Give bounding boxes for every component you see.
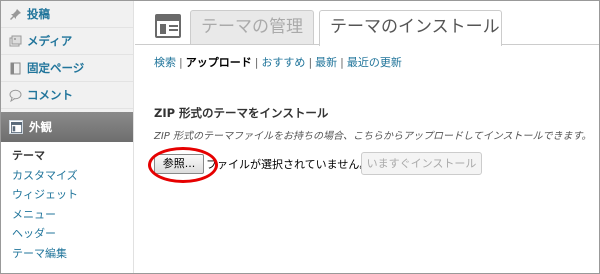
subnav-newest[interactable]: 最新 [315,56,337,69]
upload-description: ZIP 形式のテーマファイルをお持ちの場合、こちらからアップロードしてインストー… [154,131,592,142]
submenu-item-menus[interactable]: メニュー [1,205,133,225]
tab-manage-themes[interactable]: テーマの管理 [190,10,314,45]
sidebar-item-label: メディア [27,34,73,48]
submenu-item-customize[interactable]: カスタマイズ [1,166,133,186]
nav-tabs: テーマの管理 テーマのインストール [135,1,599,46]
submenu-item-header[interactable]: ヘッダー [1,224,133,244]
subnav-featured[interactable]: おすすめ [261,56,305,69]
sidebar-item-label: 外観 [29,120,52,134]
media-icon [9,35,22,48]
sidebar-item-posts[interactable]: 投稿 [1,1,133,28]
comment-icon [9,89,22,102]
admin-sidebar: 投稿 メディア 固定ページ コメント 外観 テーマ カスタマイズ ウィジェット … [1,1,134,273]
file-status-text: ファイルが選択されていません。 [206,158,371,171]
sidebar-item-comments[interactable]: コメント [1,82,133,109]
install-now-button[interactable]: いますぐインストール [361,152,482,175]
submenu-item-theme-editor[interactable]: テーマ編集 [1,244,133,264]
submenu-item-themes[interactable]: テーマ [1,146,133,166]
sidebar-item-label: 固定ページ [27,61,85,75]
install-subnav: 検索 | アップロード | おすすめ | 最新 | 最近の更新 [154,56,402,69]
tab-install-themes[interactable]: テーマのインストール [319,10,502,46]
sidebar-item-label: 投稿 [27,7,50,21]
sidebar-item-label: コメント [27,88,73,102]
sidebar-item-appearance[interactable]: 外観 [1,112,133,142]
subnav-recently-updated[interactable]: 最近の更新 [347,56,402,69]
upload-heading: ZIP 形式のテーマをインストール [154,106,329,120]
screenshot-frame: 投稿 メディア 固定ページ コメント 外観 テーマ カスタマイズ ウィジェット … [0,0,600,274]
subnav-upload[interactable]: アップロード [186,56,252,69]
file-input: 参照... ファイルが選択されていません。 [154,152,370,176]
main-content: テーマの管理 テーマのインストール 検索 | アップロード | おすすめ | 最新 | 最近の更… [135,1,599,273]
appearance-icon [9,120,23,134]
appearance-submenu: テーマ カスタマイズ ウィジェット メニュー ヘッダー テーマ編集 [1,142,133,273]
browse-button[interactable]: 参照... [154,154,204,174]
subnav-search[interactable]: 検索 [154,56,176,69]
submenu-item-widgets[interactable]: ウィジェット [1,185,133,205]
themes-page-icon [155,14,181,38]
sidebar-item-media[interactable]: メディア [1,28,133,55]
sidebar-item-pages[interactable]: 固定ページ [1,55,133,82]
page-icon [9,62,22,75]
pin-icon [9,8,22,21]
